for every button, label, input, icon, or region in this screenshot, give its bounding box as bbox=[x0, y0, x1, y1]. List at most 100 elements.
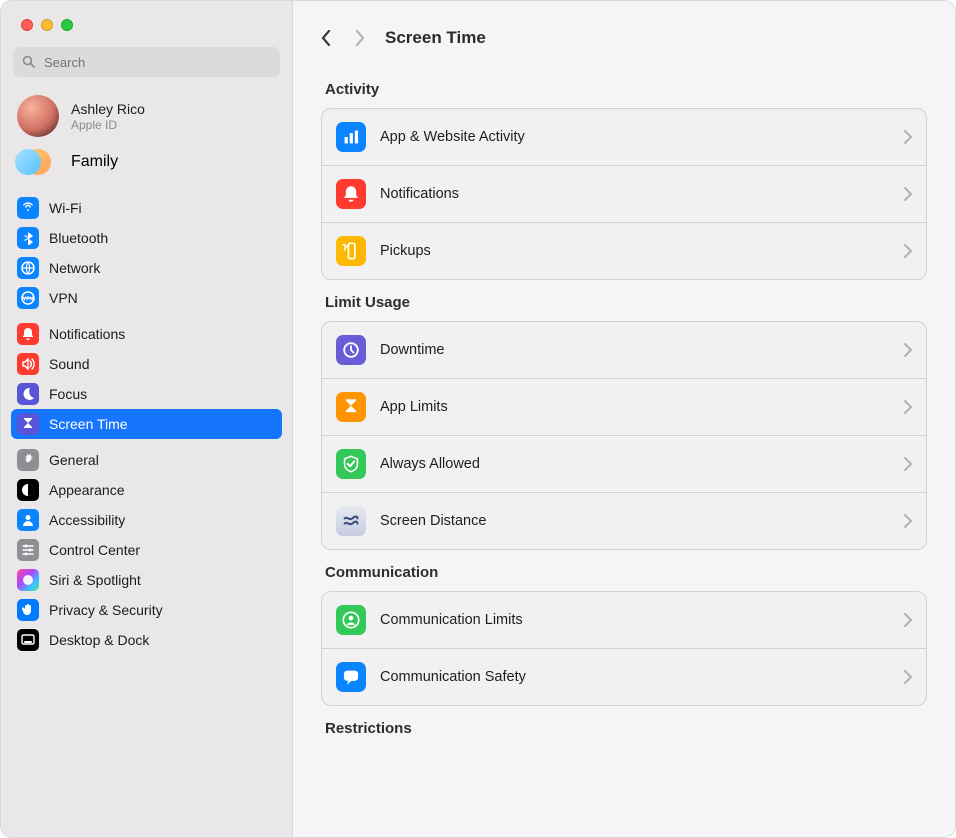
close-button[interactable] bbox=[21, 19, 33, 31]
row-commsafety[interactable]: Communication Safety bbox=[322, 648, 926, 705]
settings-window: Ashley Rico Apple ID Family Wi-Fi Bluetoo… bbox=[0, 0, 956, 838]
family-label: Family bbox=[71, 151, 118, 173]
sidebar-item-accessibility[interactable]: Accessibility bbox=[11, 505, 282, 535]
sidebar-item-vpn[interactable]: VPN bbox=[11, 283, 282, 313]
row-downtime[interactable]: Downtime bbox=[322, 322, 926, 378]
account-name: Ashley Rico bbox=[71, 101, 145, 117]
pickup-icon bbox=[336, 236, 366, 266]
sidebar-item-screentime[interactable]: Screen Time bbox=[11, 409, 282, 439]
sidebar-item-focus[interactable]: Focus bbox=[11, 379, 282, 409]
row-label: Communication Limits bbox=[380, 612, 890, 628]
chevron-right-icon bbox=[904, 670, 912, 684]
sidebar-item-label: Focus bbox=[49, 383, 87, 405]
back-button[interactable] bbox=[317, 23, 335, 53]
sidebar-item-controlcenter[interactable]: Control Center bbox=[11, 535, 282, 565]
row-label: Downtime bbox=[380, 342, 890, 358]
sidebar-item-privacy[interactable]: Privacy & Security bbox=[11, 595, 282, 625]
account-sub: Apple ID bbox=[71, 118, 145, 132]
sidebar-item-apple-id[interactable]: Ashley Rico Apple ID bbox=[1, 87, 292, 143]
sidebar-item-label: Bluetooth bbox=[49, 227, 108, 249]
search-input[interactable] bbox=[42, 54, 271, 71]
search-field[interactable] bbox=[13, 47, 280, 77]
row-commlimits[interactable]: Communication Limits bbox=[322, 592, 926, 648]
sidebar-item-label: Accessibility bbox=[49, 509, 125, 531]
row-label: App Limits bbox=[380, 399, 890, 415]
section-header: Limit Usage bbox=[325, 294, 927, 311]
row-label: Pickups bbox=[380, 243, 890, 259]
row-label: Notifications bbox=[380, 186, 890, 202]
sidebar-item-siri[interactable]: Siri & Spotlight bbox=[11, 565, 282, 595]
sidebar-item-sound[interactable]: Sound bbox=[11, 349, 282, 379]
hourglass-icon bbox=[17, 413, 39, 435]
globe-icon bbox=[17, 257, 39, 279]
bars-icon bbox=[336, 122, 366, 152]
row-pickups[interactable]: Pickups bbox=[322, 222, 926, 279]
waves-icon bbox=[336, 506, 366, 536]
row-label: App & Website Activity bbox=[380, 129, 890, 145]
wifi-icon bbox=[17, 197, 39, 219]
siri-icon bbox=[17, 569, 39, 591]
section-panel: Communication Limits Communication Safety bbox=[321, 591, 927, 706]
row-distance[interactable]: Screen Distance bbox=[322, 492, 926, 549]
chevron-right-icon bbox=[904, 244, 912, 258]
sidebar-item-family[interactable]: Family bbox=[1, 143, 292, 187]
chevron-right-icon bbox=[904, 613, 912, 627]
moon-icon bbox=[17, 383, 39, 405]
row-applimits[interactable]: App Limits bbox=[322, 378, 926, 435]
section-header: Restrictions bbox=[325, 720, 927, 737]
row-label: Screen Distance bbox=[380, 513, 890, 529]
section-panel: App & Website Activity Notifications Picku… bbox=[321, 108, 927, 280]
sidebar-item-label: VPN bbox=[49, 287, 78, 309]
search-icon bbox=[22, 55, 36, 69]
chevron-right-icon bbox=[904, 130, 912, 144]
family-icon bbox=[25, 149, 51, 175]
row-always[interactable]: Always Allowed bbox=[322, 435, 926, 492]
sidebar-item-label: Privacy & Security bbox=[49, 599, 163, 621]
content-pane: Screen Time Activity App & Website Activi… bbox=[293, 1, 955, 837]
sidebar-item-label: Wi-Fi bbox=[49, 197, 82, 219]
chevron-right-icon bbox=[904, 400, 912, 414]
row-label: Communication Safety bbox=[380, 669, 890, 685]
person-icon bbox=[17, 509, 39, 531]
chevron-right-icon bbox=[904, 343, 912, 357]
bell-icon bbox=[336, 179, 366, 209]
sidebar-item-wifi[interactable]: Wi-Fi bbox=[11, 193, 282, 223]
dock-icon bbox=[17, 629, 39, 651]
window-controls bbox=[1, 1, 292, 31]
gear-icon bbox=[17, 449, 39, 471]
vpn-icon bbox=[17, 287, 39, 309]
row-notif-act[interactable]: Notifications bbox=[322, 165, 926, 222]
forward-button[interactable] bbox=[351, 23, 369, 53]
hourglass-icon bbox=[336, 392, 366, 422]
bluetooth-icon bbox=[17, 227, 39, 249]
row-label: Always Allowed bbox=[380, 456, 890, 472]
section-panel: Downtime App Limits Always Allowed Screen D… bbox=[321, 321, 927, 550]
sound-icon bbox=[17, 353, 39, 375]
sidebar-item-network[interactable]: Network bbox=[11, 253, 282, 283]
sidebar: Ashley Rico Apple ID Family Wi-Fi Bluetoo… bbox=[1, 1, 293, 837]
person-circle-icon bbox=[336, 605, 366, 635]
avatar bbox=[17, 95, 59, 137]
sidebar-item-label: General bbox=[49, 449, 99, 471]
sidebar-item-notifications[interactable]: Notifications bbox=[11, 319, 282, 349]
zoom-button[interactable] bbox=[61, 19, 73, 31]
page-title: Screen Time bbox=[385, 28, 486, 48]
section-header: Activity bbox=[325, 81, 927, 98]
chevron-right-icon bbox=[904, 457, 912, 471]
hand-icon bbox=[17, 599, 39, 621]
appearance-icon bbox=[17, 479, 39, 501]
sidebar-item-bluetooth[interactable]: Bluetooth bbox=[11, 223, 282, 253]
row-app-activity[interactable]: App & Website Activity bbox=[322, 109, 926, 165]
check-shield-icon bbox=[336, 449, 366, 479]
chevron-right-icon bbox=[904, 187, 912, 201]
sidebar-item-label: Appearance bbox=[49, 479, 125, 501]
chevron-right-icon bbox=[904, 514, 912, 528]
sidebar-item-label: Screen Time bbox=[49, 413, 128, 435]
sidebar-item-general[interactable]: General bbox=[11, 445, 282, 475]
sidebar-item-label: Network bbox=[49, 257, 100, 279]
minimize-button[interactable] bbox=[41, 19, 53, 31]
sidebar-item-appearance[interactable]: Appearance bbox=[11, 475, 282, 505]
topbar: Screen Time bbox=[293, 1, 955, 67]
sidebar-item-desktop[interactable]: Desktop & Dock bbox=[11, 625, 282, 655]
sidebar-item-label: Sound bbox=[49, 353, 89, 375]
